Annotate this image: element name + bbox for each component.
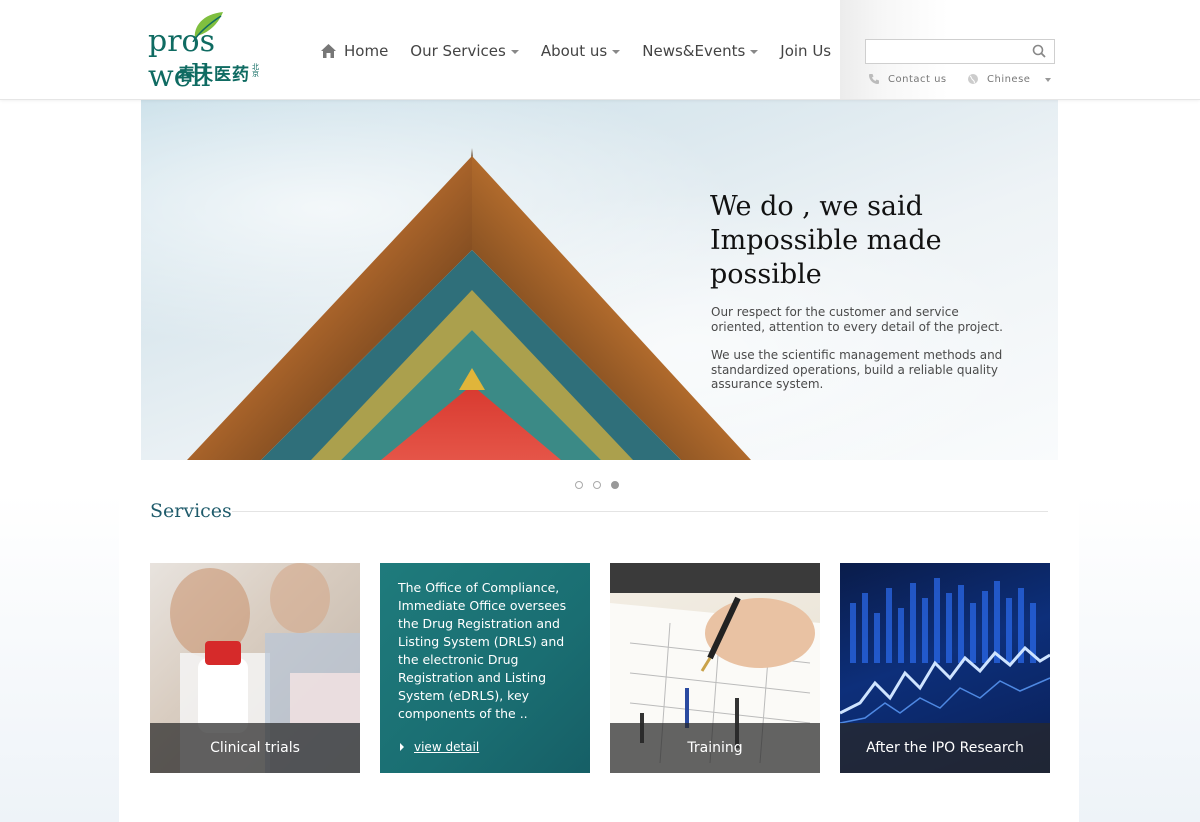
service-card-compliance[interactable]: The Office of Compliance, Immediate Offi…	[380, 563, 590, 773]
site-logo[interactable]: pros well 春天医药 北京	[148, 10, 283, 94]
logo-city: 北京	[252, 63, 259, 78]
main-nav: Home Our Services About us News&Events J…	[320, 42, 853, 60]
nav-our-services-label: Our Services	[410, 42, 506, 60]
contact-us-label: Contact us	[888, 73, 947, 85]
search-icon[interactable]	[1032, 44, 1046, 58]
service-card-training[interactable]: Training	[610, 563, 820, 773]
nav-news-events-label: News&Events	[642, 42, 746, 60]
arrow-right-icon	[400, 743, 404, 751]
hero-headline: We do , we said Impossible made possible	[710, 191, 942, 290]
nav-news-events[interactable]: News&Events	[642, 42, 759, 60]
chevron-down-icon[interactable]	[1045, 78, 1051, 82]
hero-paragraph-2: We use the scientific management methods…	[711, 348, 1003, 391]
search-input[interactable]	[870, 40, 1029, 63]
nav-join-us-label: Join Us	[780, 42, 832, 60]
home-icon	[321, 44, 336, 58]
language-label: Chinese	[987, 73, 1031, 85]
services-heading: Services	[150, 500, 232, 522]
contact-us-link[interactable]: Contact us	[868, 73, 947, 85]
phone-icon	[869, 74, 879, 84]
view-detail-link[interactable]: view detail	[400, 740, 479, 754]
language-selector[interactable]: Chinese	[967, 73, 1030, 85]
training-caption: Training	[610, 723, 820, 773]
service-card-clinical-trials[interactable]: Clinical trials	[150, 563, 360, 773]
nav-home[interactable]: Home	[320, 42, 388, 60]
service-card-ipo-research[interactable]: After the IPO Research	[840, 563, 1050, 773]
chevron-down-icon	[510, 50, 519, 54]
hero-banner: We do , we said Impossible made possible…	[141, 100, 1058, 460]
nav-home-label: Home	[344, 42, 389, 60]
nav-about-us-label: About us	[540, 42, 608, 60]
ipo-research-caption: After the IPO Research	[840, 723, 1050, 773]
slider-dot-3[interactable]	[611, 481, 619, 489]
globe-icon	[968, 74, 978, 84]
hero-paragraph-1: Our respect for the customer and service…	[711, 305, 1003, 334]
search-box	[865, 39, 1055, 64]
chevron-down-icon	[750, 50, 759, 54]
chevron-down-icon	[612, 50, 621, 54]
slider-dot-1[interactable]	[575, 481, 583, 489]
view-detail-label: view detail	[414, 740, 480, 754]
services-divider	[232, 511, 1048, 512]
clinical-trials-caption: Clinical trials	[150, 723, 360, 773]
slider-pagination	[575, 481, 629, 489]
nav-our-services[interactable]: Our Services	[410, 42, 519, 60]
slider-dot-2[interactable]	[593, 481, 601, 489]
logo-chinese-name: 春天医药	[178, 65, 250, 85]
site-header: pros well 春天医药 北京 Home Our Services Abou…	[0, 0, 1200, 100]
compliance-description: The Office of Compliance, Immediate Offi…	[398, 580, 567, 721]
nav-about-us[interactable]: About us	[540, 42, 621, 60]
nav-join-us[interactable]: Join Us	[780, 42, 831, 60]
